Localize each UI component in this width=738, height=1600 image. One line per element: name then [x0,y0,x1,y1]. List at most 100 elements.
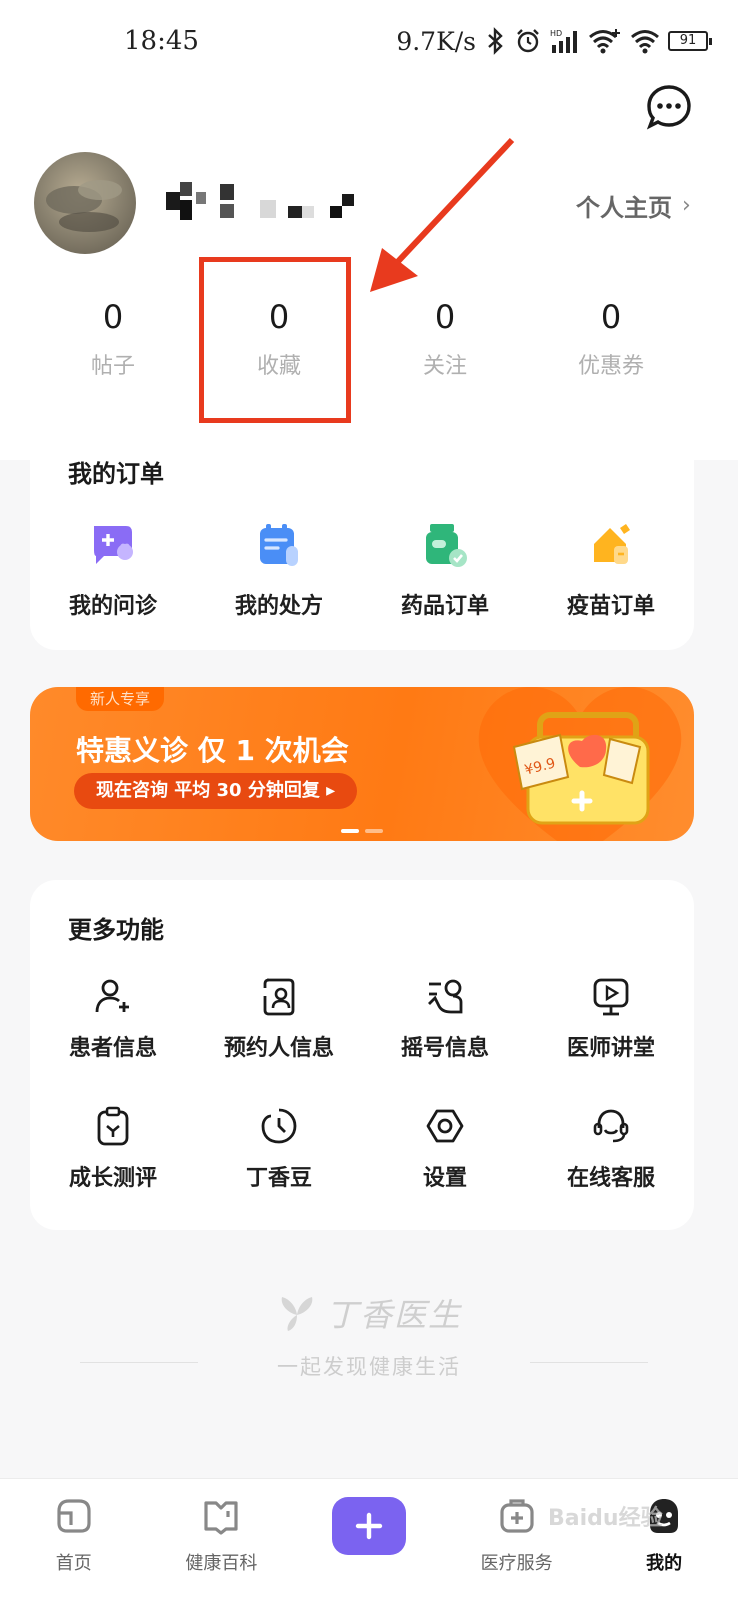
stat-label: 关注 [422,354,467,379]
order-item-label: 疫苗订单 [566,594,655,619]
nav-label: 健康百科 [185,1553,258,1574]
function-label: 在线客服 [566,1166,655,1191]
nav-home[interactable]: 首页 [0,1479,148,1600]
function-settings[interactable]: 设置 [362,1106,528,1192]
bean-icon [261,1108,297,1144]
patient-icon [95,979,129,1013]
function-patient-info[interactable]: 患者信息 [30,976,196,1062]
plus-icon [355,1512,383,1540]
appointment-person-icon [263,978,295,1016]
stat-value: 0 [434,298,456,336]
medical-kit-icon: ¥9.9 [512,712,650,825]
consult-icon [94,526,133,564]
stat-coupons[interactable]: 0 优惠券 [528,298,694,380]
stat-value: 0 [102,298,124,336]
function-label: 医师讲堂 [566,1036,655,1061]
bottom-navigation: 首页 健康百科 医疗服务 我的 [0,1478,738,1600]
order-item-medicine[interactable]: 药品订单 [362,520,528,620]
banner-title: 特惠义诊 仅 1 次机会 [76,734,349,767]
alarm-icon [517,29,539,53]
home-icon [57,1499,91,1533]
more-functions-card: 更多功能 患者信息 预约人信息 摇号信息 医师讲堂 成长测评 丁香豆 设置 在线… [30,880,694,1230]
order-item-consultation[interactable]: 我的问诊 [30,520,196,620]
username-pixelated [166,180,366,224]
dingxiang-logo-icon [281,1297,313,1331]
stat-following[interactable]: 0 关注 [362,298,528,380]
stat-posts[interactable]: 0 帖子 [30,298,196,380]
nav-label: 首页 [55,1553,92,1574]
prescription-icon [260,524,298,566]
avatar-image [46,180,122,232]
lottery-icon [428,979,463,1014]
function-lottery-info[interactable]: 摇号信息 [362,976,528,1062]
publish-button[interactable] [331,1497,406,1555]
signal-icon: HD [550,29,577,53]
nav-label: 医疗服务 [480,1553,553,1574]
orders-card: 我的订单 我的问诊 我的处方 药品订单 疫苗订单 [30,430,694,650]
bluetooth-icon [488,27,503,55]
nav-profile[interactable]: 我的 [590,1479,738,1600]
function-label: 设置 [422,1166,467,1191]
function-label: 丁香豆 [245,1166,312,1191]
status-bar: 18:45 9.7K/s HD 91 [0,0,738,84]
brand-slogan: 一起发现健康生活 [277,1355,461,1379]
brand-footer: 丁香医生 一起发现健康生活 [0,1290,738,1381]
more-functions-title: 更多功能 [68,916,164,944]
medicine-icon [426,524,467,567]
baidu-watermark: Baidu经验 [548,1506,663,1531]
banner-pagination [341,829,383,833]
growth-test-icon [97,1106,129,1146]
message-icon[interactable] [646,84,692,130]
banner-dot-active [341,829,359,833]
encyclopedia-icon [204,1501,238,1535]
function-label: 患者信息 [68,1036,157,1061]
nav-encyclopedia[interactable]: 健康百科 [148,1479,296,1600]
wifi-icon [631,30,659,54]
annotation-highlight-box [199,257,351,423]
promo-banner[interactable]: 新人专享 特惠义诊 仅 1 次机会 现在咨询 平均 30 分钟回复 ▸ ¥9.9 [30,687,694,841]
function-label: 预约人信息 [223,1036,334,1061]
net-speed: 9.7K/s [396,26,476,56]
medical-service-icon [499,1499,534,1533]
customer-service-icon [593,1109,629,1143]
status-indicators: 9.7K/s HD 91 [396,24,712,58]
wifi-plus-icon [589,29,620,54]
function-online-service[interactable]: 在线客服 [528,1106,694,1192]
order-item-label: 药品订单 [400,594,489,619]
chevron-right-icon: › [682,193,691,218]
profile-stats: 0 帖子 0 收藏 0 关注 0 优惠券 [30,298,694,380]
banner-tag: 新人专享 [76,687,165,711]
brand-name-row: 丁香医生 [276,1290,462,1336]
settings-icon [426,1109,464,1143]
annotation-arrow-icon [370,137,515,292]
divider [530,1362,648,1363]
stat-value: 0 [600,298,622,336]
order-item-prescription[interactable]: 我的处方 [196,520,362,620]
function-dingxiang-bean[interactable]: 丁香豆 [196,1106,362,1192]
vaccine-icon [594,524,630,564]
function-label: 成长测评 [68,1166,157,1191]
nav-label: 我的 [646,1553,683,1574]
function-label: 摇号信息 [400,1036,489,1061]
nav-medical-service[interactable]: 医疗服务 [443,1479,591,1600]
order-item-label: 我的处方 [234,594,323,619]
banner-dot [365,829,383,833]
battery-icon: 91 [668,31,712,51]
nav-publish[interactable] [295,1479,443,1600]
function-growth-test[interactable]: 成长测评 [30,1106,196,1192]
divider [80,1362,198,1363]
order-item-label: 我的问诊 [68,594,157,619]
status-time: 18:45 [124,26,199,56]
lecture-icon [593,978,629,1016]
stat-label: 帖子 [90,354,135,379]
banner-consult-button[interactable]: 现在咨询 平均 30 分钟回复 ▸ [74,773,358,809]
brand-name: 丁香医生 [325,1296,462,1334]
function-appointment-person[interactable]: 预约人信息 [196,976,362,1062]
function-doctor-lecture[interactable]: 医师讲堂 [528,976,694,1062]
orders-title: 我的订单 [68,460,164,488]
avatar[interactable] [34,152,136,254]
personal-homepage-link[interactable]: 个人主页 › [576,188,691,223]
svg-text:HD: HD [550,29,562,38]
order-item-vaccine[interactable]: 疫苗订单 [528,520,694,620]
stat-label: 优惠券 [577,354,644,379]
